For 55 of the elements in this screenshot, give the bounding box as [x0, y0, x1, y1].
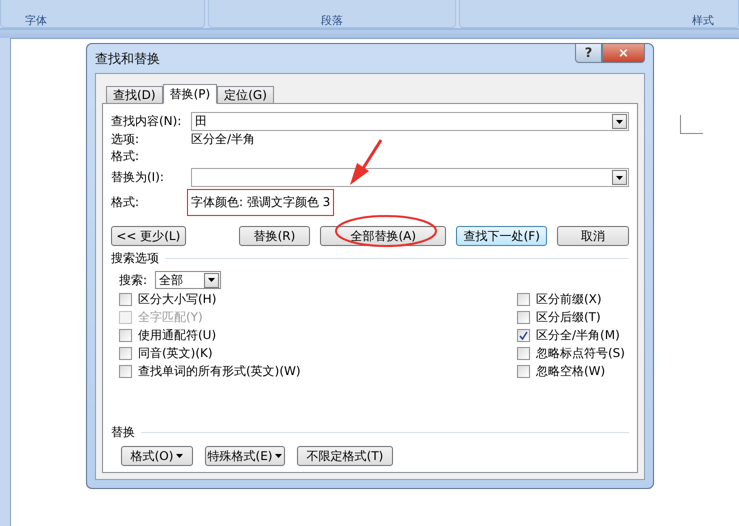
- format-button[interactable]: 不限定格式(T): [297, 446, 393, 466]
- field-label: 查找内容(N):: [111, 113, 182, 130]
- checkbox: [517, 311, 530, 324]
- format-button[interactable]: 格式(O): [121, 446, 193, 466]
- field-label: 选项:: [111, 131, 140, 148]
- group-label: 样式: [692, 15, 714, 27]
- field-label: 格式:: [111, 148, 140, 165]
- checkbox: [119, 293, 132, 306]
- checkbox: [119, 329, 132, 342]
- caret-icon: [176, 454, 184, 458]
- find-field[interactable]: 田: [191, 112, 629, 131]
- checkbox-option[interactable]: 使用通配符(U): [119, 328, 301, 343]
- replace-field[interactable]: [191, 168, 629, 187]
- caret-icon: [208, 278, 216, 282]
- dialog-button[interactable]: 取消: [557, 226, 629, 246]
- checkbox: [517, 347, 530, 360]
- tab[interactable]: 定位(G): [217, 86, 274, 103]
- caret-icon: [616, 120, 623, 124]
- help-button[interactable]: ?: [575, 44, 602, 63]
- margin-corner-mark: [680, 115, 703, 134]
- checkbox-option[interactable]: 查找单词的所有形式(英文)(W): [119, 364, 301, 379]
- dialog-button[interactable]: 查找下一处(F): [456, 226, 548, 246]
- checkbox-option[interactable]: 区分全/半角(M): [517, 328, 627, 343]
- group-label: 字体: [25, 15, 47, 27]
- group-label: 段落: [321, 15, 343, 27]
- checkbox-option[interactable]: 忽略标点符号(S): [517, 346, 627, 361]
- tab[interactable]: 替换(P): [162, 84, 218, 104]
- dialog-button[interactable]: << 更少(L): [111, 226, 186, 246]
- checkbox: [119, 347, 132, 360]
- field-label: 格式:: [111, 194, 140, 211]
- checkbox: [119, 311, 132, 324]
- options-value: 区分全/半角: [191, 131, 256, 148]
- dialog-button[interactable]: 替换(R): [238, 226, 310, 246]
- caret-icon: [616, 176, 623, 180]
- checkbox: [119, 365, 132, 378]
- field-label: 搜索:: [119, 272, 148, 288]
- window-title: 查找和替换: [95, 50, 160, 68]
- checkbox-option[interactable]: 同音(英文)(K): [119, 346, 301, 361]
- checkbox: [517, 365, 530, 378]
- checkbox-option[interactable]: 忽略空格(W): [517, 364, 627, 379]
- checkbox-option[interactable]: 区分后缀(T): [517, 310, 627, 325]
- tab[interactable]: 查找(D): [106, 86, 163, 103]
- format-button[interactable]: 特殊格式(E): [205, 446, 285, 466]
- dialog-button[interactable]: 全部替换(A): [320, 226, 446, 246]
- search-direction-select[interactable]: 全部: [155, 271, 222, 289]
- checkbox-option[interactable]: 区分大小写(H): [119, 292, 301, 307]
- section-title: 替换: [111, 424, 135, 441]
- field-label: 替换为(I):: [111, 169, 165, 186]
- section-title: 搜索选项: [111, 250, 159, 267]
- checkbox: [517, 329, 530, 342]
- format-value: 字体颜色: 强调文字颜色 3: [187, 189, 334, 216]
- checkbox: [517, 293, 530, 306]
- annotation-arrow: [350, 139, 382, 185]
- checkbox-option[interactable]: 区分前缀(X): [517, 292, 627, 307]
- caret-icon: [275, 454, 282, 458]
